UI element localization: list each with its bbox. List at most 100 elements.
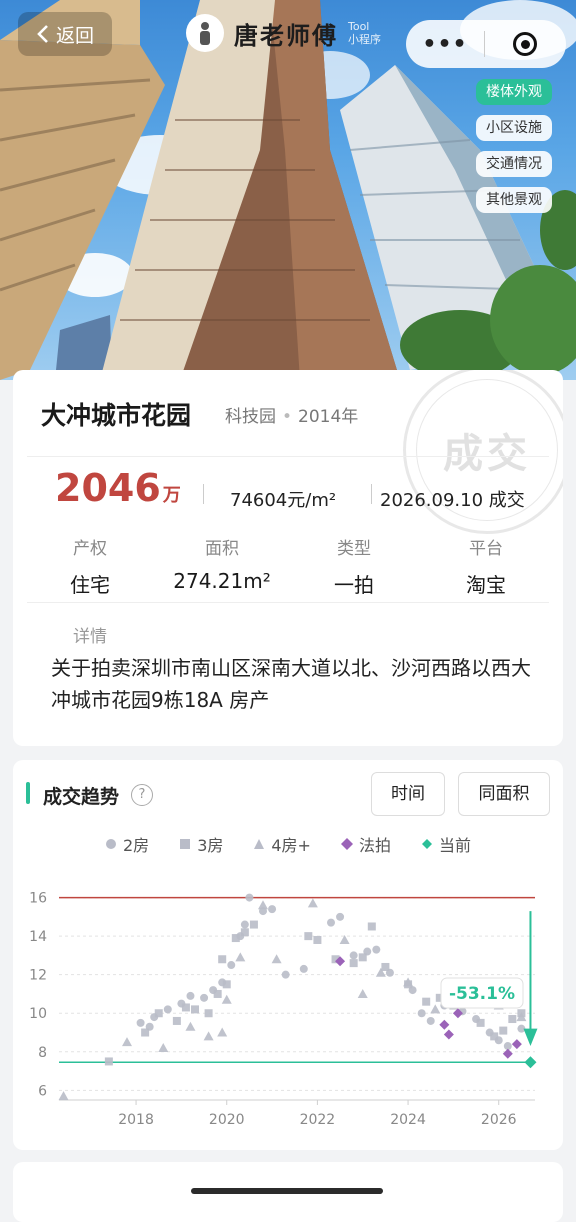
x-tick-label: 2020 xyxy=(209,1112,245,1128)
home-indicator[interactable] xyxy=(191,1188,383,1194)
tab-facilities[interactable]: 小区设施 xyxy=(476,115,552,141)
data-point xyxy=(104,1057,113,1066)
photo-category-tabs: 楼体外观 小区设施 交通情况 其他景观 xyxy=(476,79,552,213)
y-tick-label: 6 xyxy=(38,1083,47,1099)
data-point xyxy=(235,952,246,962)
data-point xyxy=(313,935,322,944)
top-nav-bar: 返回 唐老师傅 Tool 小程序 ••• xyxy=(0,0,576,90)
y-tick-label: 12 xyxy=(29,968,47,984)
attr-platform: 平台 淘宝 xyxy=(426,534,546,598)
legend-item-3room[interactable]: 3房 xyxy=(179,832,223,856)
legend-item-foreclosure[interactable]: 法拍 xyxy=(340,832,391,856)
property-info-card: 成交 大冲城市花园 科技园 • 2014年 2046 万 74604元/m² 2026… xyxy=(13,370,563,746)
diamond-marker-icon xyxy=(421,839,432,849)
attr-label: 面积 xyxy=(205,539,239,559)
unit-price: 74604元/m² xyxy=(230,490,337,511)
attr-label: 产权 xyxy=(73,539,107,559)
deal-separator xyxy=(371,484,372,504)
y-tick-label: 14 xyxy=(29,929,47,945)
square-marker-icon xyxy=(180,839,191,849)
property-year: 2014年 xyxy=(298,407,359,427)
chevron-left-icon xyxy=(37,25,48,43)
legend-label: 2房 xyxy=(123,836,150,855)
trend-scatter-chart[interactable]: 6 8 10 12 14 16 2018 2020 2022 2024 2026 -53.1% xyxy=(13,860,563,1150)
data-point xyxy=(200,993,209,1002)
data-point xyxy=(213,989,222,998)
data-point xyxy=(357,988,368,998)
data-point xyxy=(185,1021,196,1031)
price-separator xyxy=(203,484,204,504)
section-accent-bar xyxy=(26,782,30,804)
legend-item-2room[interactable]: 2房 xyxy=(105,832,149,856)
help-icon[interactable]: ? xyxy=(131,784,153,806)
data-point xyxy=(381,962,390,971)
data-point xyxy=(430,1004,441,1014)
data-point xyxy=(299,964,308,973)
attr-value: 274.21m² xyxy=(173,569,271,593)
legend-label: 4房+ xyxy=(271,836,311,855)
circle-marker-icon xyxy=(106,839,116,849)
data-point xyxy=(307,898,318,908)
brand: 唐老师傅 Tool 小程序 xyxy=(186,14,381,52)
attr-area: 面积 274.21m² xyxy=(162,534,282,593)
data-point xyxy=(511,1039,522,1050)
brand-logo-icon xyxy=(186,14,224,52)
deal-date: 2026.09.10 成交 xyxy=(380,490,525,511)
data-point xyxy=(231,934,240,943)
close-miniprogram-button[interactable] xyxy=(485,32,565,56)
property-district: 科技园 xyxy=(225,407,276,427)
data-point xyxy=(327,918,335,927)
data-point xyxy=(191,1005,199,1014)
data-point xyxy=(524,1056,537,1069)
data-point xyxy=(122,1037,132,1047)
data-point xyxy=(204,1009,213,1018)
data-point xyxy=(268,905,277,914)
x-tick-label: 2026 xyxy=(481,1112,517,1128)
legend-item-current[interactable]: 当前 xyxy=(421,832,471,856)
back-label: 返回 xyxy=(55,24,94,47)
more-dots-icon: ••• xyxy=(422,31,468,57)
data-point xyxy=(221,994,232,1004)
more-menu-button[interactable]: ••• xyxy=(406,32,484,57)
x-tick-label: 2022 xyxy=(300,1112,336,1128)
data-point xyxy=(490,1032,499,1041)
sort-by-time-button[interactable]: 时间 xyxy=(371,772,445,816)
data-point xyxy=(245,893,254,902)
attr-type: 类型 一拍 xyxy=(294,534,414,598)
data-point xyxy=(422,997,431,1006)
meta-separator: • xyxy=(282,407,293,427)
data-point xyxy=(240,928,249,937)
data-point xyxy=(181,1003,190,1012)
legend-label: 当前 xyxy=(438,836,471,855)
data-point xyxy=(186,991,195,1000)
attr-label: 平台 xyxy=(469,539,503,559)
back-button[interactable]: 返回 xyxy=(18,12,112,56)
legend-item-4room[interactable]: 4房+ xyxy=(253,832,311,856)
data-point xyxy=(439,1019,450,1030)
tab-traffic[interactable]: 交通情况 xyxy=(476,151,552,177)
brand-sub-1: Tool xyxy=(348,20,370,33)
tab-other-views[interactable]: 其他景观 xyxy=(476,187,552,213)
data-point xyxy=(336,912,345,921)
data-point xyxy=(443,1029,454,1040)
tab-exterior[interactable]: 楼体外观 xyxy=(476,79,552,105)
target-icon xyxy=(513,32,537,56)
property-name: 大冲城市花园 xyxy=(41,401,192,430)
diamond-marker-icon xyxy=(340,838,353,850)
legend-label: 3房 xyxy=(197,836,224,855)
data-point xyxy=(58,1091,69,1101)
data-point xyxy=(163,1005,172,1014)
data-point xyxy=(141,1028,150,1037)
data-point xyxy=(258,900,268,910)
data-point xyxy=(304,932,313,941)
data-point xyxy=(426,1016,435,1025)
data-point xyxy=(476,1018,485,1027)
data-point xyxy=(158,1042,169,1052)
total-price-unit: 万 xyxy=(162,485,181,506)
data-point xyxy=(358,953,367,962)
same-area-button[interactable]: 同面积 xyxy=(458,772,550,816)
data-point xyxy=(217,1027,228,1037)
data-point xyxy=(218,955,227,964)
data-point xyxy=(502,1048,513,1059)
trend-title: 成交趋势 xyxy=(43,786,120,808)
